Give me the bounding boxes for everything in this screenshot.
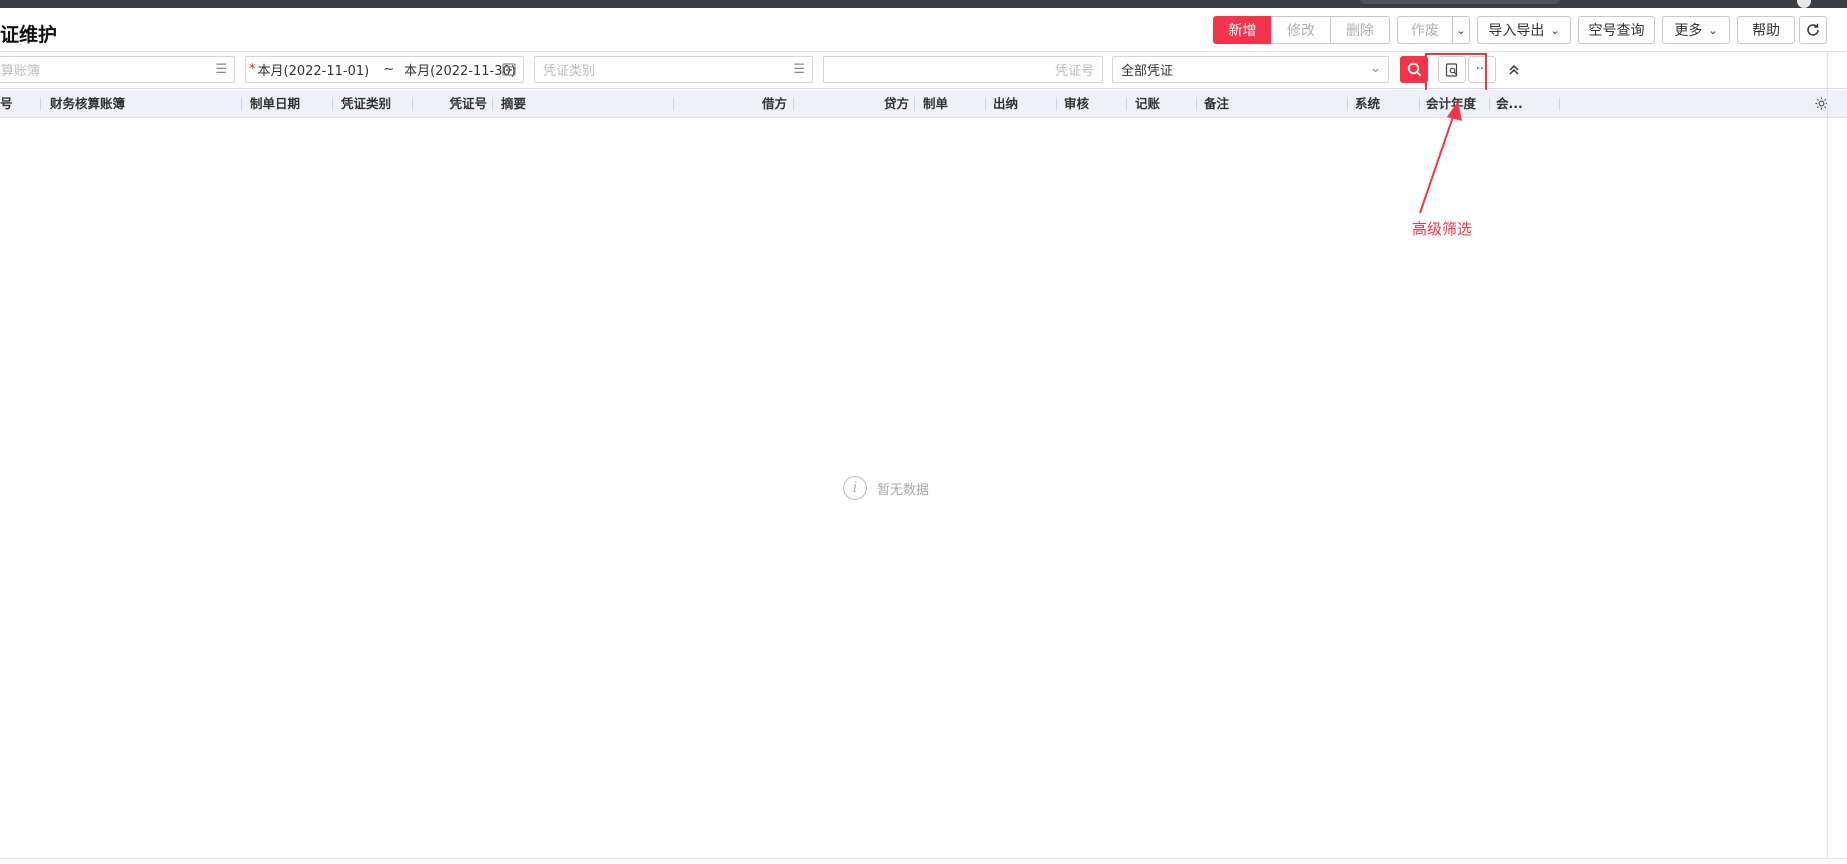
voucher-scope-select[interactable]: 全部凭证 ⌄: [1112, 56, 1389, 83]
delete-button[interactable]: 删除: [1330, 16, 1390, 44]
column-divider: [40, 97, 41, 111]
ledger-placeholder: 算账簿: [1, 64, 41, 79]
search-icon: [1407, 62, 1421, 77]
void-button[interactable]: 作废: [1397, 16, 1453, 44]
column-divider: [241, 97, 242, 111]
column-divider: [1559, 97, 1560, 111]
column-header[interactable]: 制单日期: [250, 90, 330, 118]
required-asterisk: *: [249, 62, 256, 77]
column-divider: [1196, 97, 1197, 111]
column-divider: [1056, 97, 1057, 111]
voucher-type-select[interactable]: 凭证类别 ☰: [534, 56, 813, 83]
column-divider: [332, 97, 333, 111]
profile-dot: [1797, 0, 1811, 8]
date-separator: ~: [383, 62, 395, 77]
date-start: 本月(2022-11-01): [257, 64, 370, 79]
empty-state: i 暂无数据: [843, 476, 929, 500]
date-end: 本月(2022-11-30): [404, 64, 516, 79]
column-header[interactable]: 制单: [923, 90, 983, 118]
page-header: 证维护 新增 修改 删除 作废 ⌄ 导入导出 ⌄ 空号查询 更多 ⌄ 帮助: [0, 8, 1847, 52]
more-label: 更多: [1674, 23, 1703, 39]
annotation-highlight-box: [1425, 53, 1487, 92]
import-export-label: 导入导出: [1488, 23, 1545, 39]
calendar-icon: [502, 62, 516, 80]
filter-bar: 算账簿 ☰ * 本月(2022-11-01) ~ 本月(2022-11-30) …: [0, 53, 1847, 89]
help-button[interactable]: 帮助: [1737, 16, 1795, 44]
column-header[interactable]: 审核: [1064, 90, 1124, 118]
column-header[interactable]: 摘要: [501, 90, 601, 118]
page-title: 证维护: [0, 24, 58, 46]
import-export-button[interactable]: 导入导出 ⌄: [1477, 16, 1571, 44]
date-range-picker[interactable]: * 本月(2022-11-01) ~ 本月(2022-11-30): [245, 56, 524, 83]
column-divider: [985, 97, 986, 111]
column-header[interactable]: 会...: [1496, 90, 1556, 118]
list-icon: ☰: [215, 62, 227, 77]
empty-state-text: 暂无数据: [877, 482, 930, 498]
column-header[interactable]: 凭证号: [415, 90, 487, 118]
chevron-down-icon: ⌄: [1456, 23, 1466, 37]
voucher-type-placeholder: 凭证类别: [543, 64, 596, 79]
table-header: 号 财务核算账簿 制单日期 凭证类别 凭证号 摘要 借方 贷方 制单 出纳 审核…: [0, 90, 1847, 118]
column-header[interactable]: 凭证类别: [341, 90, 411, 118]
column-divider: [412, 97, 413, 111]
chevron-down-icon: ⌄: [1370, 61, 1381, 76]
column-header[interactable]: 出纳: [993, 90, 1053, 118]
info-icon: i: [843, 476, 867, 500]
column-divider: [673, 97, 674, 111]
voucher-number-placeholder: 凭证号: [1054, 64, 1094, 79]
column-header[interactable]: 号: [0, 90, 30, 118]
search-button[interactable]: [1400, 56, 1428, 83]
column-header[interactable]: 借方: [680, 90, 787, 118]
ledger-select[interactable]: 算账簿 ☰: [0, 56, 235, 83]
column-divider: [793, 97, 794, 111]
column-divider: [914, 97, 915, 111]
more-menu-button[interactable]: 更多 ⌄: [1662, 16, 1730, 44]
annotation-arrow: [1419, 101, 1462, 214]
add-button[interactable]: 新增: [1213, 16, 1272, 44]
panel-border: [1827, 52, 1828, 858]
annotation-label: 高级筛选: [1412, 220, 1473, 238]
column-header[interactable]: 备注: [1204, 90, 1344, 118]
column-header[interactable]: 贷方: [800, 90, 909, 118]
refresh-icon: [1807, 23, 1819, 36]
tab-indicator: [1360, 0, 1560, 4]
column-divider: [1126, 97, 1127, 111]
panel-bottom-border: [0, 858, 1847, 859]
chevron-down-icon: ⌄: [1708, 23, 1718, 37]
column-divider: [1489, 97, 1490, 111]
column-divider: [1347, 97, 1348, 111]
chevron-down-icon: ⌄: [1550, 23, 1560, 37]
empty-number-query-button[interactable]: 空号查询: [1578, 16, 1655, 44]
browser-top-bar: [0, 0, 1847, 8]
column-header[interactable]: 记账: [1135, 90, 1195, 118]
refresh-button[interactable]: [1799, 16, 1827, 44]
collapse-filter-button[interactable]: [1502, 56, 1526, 83]
column-header[interactable]: 财务核算账簿: [50, 90, 230, 118]
voucher-number-input[interactable]: 凭证号: [823, 56, 1103, 83]
voucher-scope-value: 全部凭证: [1121, 64, 1174, 79]
list-icon: ☰: [793, 62, 805, 77]
edit-button[interactable]: 修改: [1271, 16, 1331, 44]
column-divider: [492, 97, 493, 111]
void-dropdown-button[interactable]: ⌄: [1452, 16, 1470, 44]
double-chevron-up-icon: [1509, 64, 1519, 75]
